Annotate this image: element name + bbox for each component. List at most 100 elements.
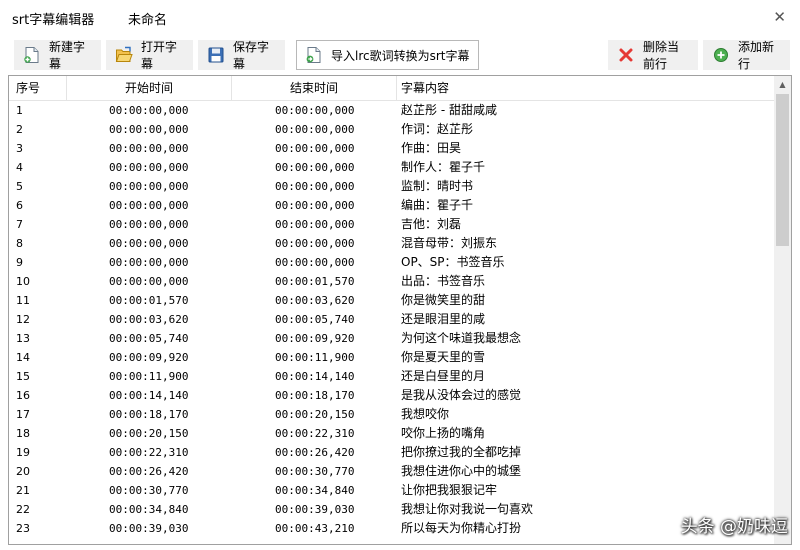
end-time-cell[interactable]: 00:00:00,000 xyxy=(275,158,395,177)
add-row-button[interactable]: 添加新行 xyxy=(703,40,790,71)
start-time-cell[interactable]: 00:00:20,150 xyxy=(109,424,229,443)
start-time-cell[interactable]: 00:00:14,140 xyxy=(109,386,229,405)
row-index[interactable]: 5 xyxy=(16,177,66,196)
start-time-cell[interactable]: 00:00:05,740 xyxy=(109,329,229,348)
subtitle-text-cell[interactable]: 编曲：瞿子千 xyxy=(401,196,771,215)
import-lrc-button[interactable]: 导入lrc歌词转换为srt字幕 xyxy=(296,40,479,70)
subtitle-text-cell[interactable]: 吉他：刘磊 xyxy=(401,215,771,234)
end-time-cell[interactable]: 00:00:00,000 xyxy=(275,101,395,120)
table-row[interactable]: 3 00:00:00,000 00:00:00,000 作曲：田昊 xyxy=(9,139,774,158)
row-index[interactable]: 6 xyxy=(16,196,66,215)
subtitle-text-cell[interactable]: 混音母带：刘振东 xyxy=(401,234,771,253)
table-row[interactable]: 8 00:00:00,000 00:00:00,000 混音母带：刘振东 xyxy=(9,234,774,253)
table-row[interactable]: 2 00:00:00,000 00:00:00,000 作词：赵芷彤 xyxy=(9,120,774,139)
subtitle-text-cell[interactable]: 出品：书签音乐 xyxy=(401,272,771,291)
end-time-cell[interactable]: 00:00:11,900 xyxy=(275,348,395,367)
row-index[interactable]: 17 xyxy=(16,405,66,424)
row-index[interactable]: 16 xyxy=(16,386,66,405)
end-time-cell[interactable]: 00:00:00,000 xyxy=(275,234,395,253)
table-row[interactable]: 20 00:00:26,420 00:00:30,770 我想住进你心中的城堡 xyxy=(9,462,774,481)
start-time-cell[interactable]: 00:00:00,000 xyxy=(109,253,229,272)
row-index[interactable]: 7 xyxy=(16,215,66,234)
start-time-cell[interactable]: 00:00:11,900 xyxy=(109,367,229,386)
row-index[interactable]: 8 xyxy=(16,234,66,253)
row-index[interactable]: 10 xyxy=(16,272,66,291)
row-index[interactable]: 11 xyxy=(16,291,66,310)
start-time-cell[interactable]: 00:00:00,000 xyxy=(109,101,229,120)
end-time-cell[interactable]: 00:00:20,150 xyxy=(275,405,395,424)
row-index[interactable]: 18 xyxy=(16,424,66,443)
row-index[interactable]: 3 xyxy=(16,139,66,158)
row-index[interactable]: 13 xyxy=(16,329,66,348)
subtitle-text-cell[interactable]: 让你把我狠狠记牢 xyxy=(401,481,771,500)
row-index[interactable]: 23 xyxy=(16,519,66,538)
row-index[interactable]: 12 xyxy=(16,310,66,329)
table-row[interactable]: 18 00:00:20,150 00:00:22,310 咬你上扬的嘴角 xyxy=(9,424,774,443)
table-row[interactable]: 14 00:00:09,920 00:00:11,900 你是夏天里的雪 xyxy=(9,348,774,367)
end-time-cell[interactable]: 00:00:00,000 xyxy=(275,177,395,196)
scroll-thumb[interactable] xyxy=(776,94,789,246)
subtitle-text-cell[interactable]: 我想住进你心中的城堡 xyxy=(401,462,771,481)
start-time-cell[interactable]: 00:00:00,000 xyxy=(109,177,229,196)
subtitle-text-cell[interactable]: 把你撩过我的全都吃掉 xyxy=(401,443,771,462)
table-row[interactable]: 12 00:00:03,620 00:00:05,740 还是眼泪里的咸 xyxy=(9,310,774,329)
row-index[interactable]: 2 xyxy=(16,120,66,139)
row-index[interactable]: 21 xyxy=(16,481,66,500)
table-row[interactable]: 10 00:00:00,000 00:00:01,570 出品：书签音乐 xyxy=(9,272,774,291)
start-time-cell[interactable]: 00:00:26,420 xyxy=(109,462,229,481)
row-index[interactable]: 4 xyxy=(16,158,66,177)
scroll-up-arrow-icon[interactable]: ▲ xyxy=(774,76,791,93)
table-row[interactable]: 21 00:00:30,770 00:00:34,840 让你把我狠狠记牢 xyxy=(9,481,774,500)
start-time-cell[interactable]: 00:00:00,000 xyxy=(109,272,229,291)
table-row[interactable]: 15 00:00:11,900 00:00:14,140 还是白昼里的月 xyxy=(9,367,774,386)
subtitle-text-cell[interactable]: 为何这个味道我最想念 xyxy=(401,329,771,348)
save-subtitle-button[interactable]: 保存字幕 xyxy=(198,40,285,71)
start-time-cell[interactable]: 00:00:00,000 xyxy=(109,158,229,177)
table-row[interactable]: 17 00:00:18,170 00:00:20,150 我想咬你 xyxy=(9,405,774,424)
row-index[interactable]: 14 xyxy=(16,348,66,367)
end-time-cell[interactable]: 00:00:09,920 xyxy=(275,329,395,348)
start-time-cell[interactable]: 00:00:00,000 xyxy=(109,234,229,253)
start-time-cell[interactable]: 00:00:00,000 xyxy=(109,120,229,139)
end-time-cell[interactable]: 00:00:22,310 xyxy=(275,424,395,443)
end-time-cell[interactable]: 00:00:43,210 xyxy=(275,519,395,538)
row-index[interactable]: 22 xyxy=(16,500,66,519)
subtitle-text-cell[interactable]: 我想咬你 xyxy=(401,405,771,424)
open-subtitle-button[interactable]: 打开字幕 xyxy=(106,40,193,71)
table-row[interactable]: 6 00:00:00,000 00:00:00,000 编曲：瞿子千 xyxy=(9,196,774,215)
start-time-cell[interactable]: 00:00:03,620 xyxy=(109,310,229,329)
end-time-cell[interactable]: 00:00:14,140 xyxy=(275,367,395,386)
new-subtitle-button[interactable]: 新建字幕 xyxy=(14,40,101,71)
end-time-cell[interactable]: 00:00:00,000 xyxy=(275,139,395,158)
end-time-cell[interactable]: 00:00:18,170 xyxy=(275,386,395,405)
table-row[interactable]: 5 00:00:00,000 00:00:00,000 监制：晴时书 xyxy=(9,177,774,196)
end-time-cell[interactable]: 00:00:30,770 xyxy=(275,462,395,481)
table-row[interactable]: 16 00:00:14,140 00:00:18,170 是我从没体会过的感觉 xyxy=(9,386,774,405)
end-time-cell[interactable]: 00:00:39,030 xyxy=(275,500,395,519)
subtitle-text-cell[interactable]: 你是夏天里的雪 xyxy=(401,348,771,367)
start-time-cell[interactable]: 00:00:34,840 xyxy=(109,500,229,519)
delete-row-button[interactable]: 删除当前行 xyxy=(608,40,698,71)
subtitle-text-cell[interactable]: 是我从没体会过的感觉 xyxy=(401,386,771,405)
table-row[interactable]: 11 00:00:01,570 00:00:03,620 你是微笑里的甜 xyxy=(9,291,774,310)
start-time-cell[interactable]: 00:00:01,570 xyxy=(109,291,229,310)
end-time-cell[interactable]: 00:00:00,000 xyxy=(275,196,395,215)
subtitle-text-cell[interactable]: 咬你上扬的嘴角 xyxy=(401,424,771,443)
table-row[interactable]: 1 00:00:00,000 00:00:00,000 赵芷彤 - 甜甜咸咸 xyxy=(9,101,774,120)
table-row[interactable]: 22 00:00:34,840 00:00:39,030 我想让你对我说一句喜欢 xyxy=(9,500,774,519)
end-time-cell[interactable]: 00:00:00,000 xyxy=(275,215,395,234)
start-time-cell[interactable]: 00:00:00,000 xyxy=(109,139,229,158)
row-index[interactable]: 15 xyxy=(16,367,66,386)
table-row[interactable]: 23 00:00:39,030 00:00:43,210 所以每天为你精心打扮 xyxy=(9,519,774,538)
end-time-cell[interactable]: 00:00:26,420 xyxy=(275,443,395,462)
start-time-cell[interactable]: 00:00:09,920 xyxy=(109,348,229,367)
table-row[interactable]: 7 00:00:00,000 00:00:00,000 吉他：刘磊 xyxy=(9,215,774,234)
end-time-cell[interactable]: 00:00:00,000 xyxy=(275,120,395,139)
column-header-start-time[interactable]: 开始时间 xyxy=(67,76,232,100)
row-index[interactable]: 19 xyxy=(16,443,66,462)
subtitle-text-cell[interactable]: OP、SP：书签音乐 xyxy=(401,253,771,272)
column-header-end-time[interactable]: 结束时间 xyxy=(232,76,397,100)
table-row[interactable]: 19 00:00:22,310 00:00:26,420 把你撩过我的全都吃掉 xyxy=(9,443,774,462)
subtitle-text-cell[interactable]: 赵芷彤 - 甜甜咸咸 xyxy=(401,101,771,120)
vertical-scrollbar[interactable]: ▲ xyxy=(774,76,791,544)
